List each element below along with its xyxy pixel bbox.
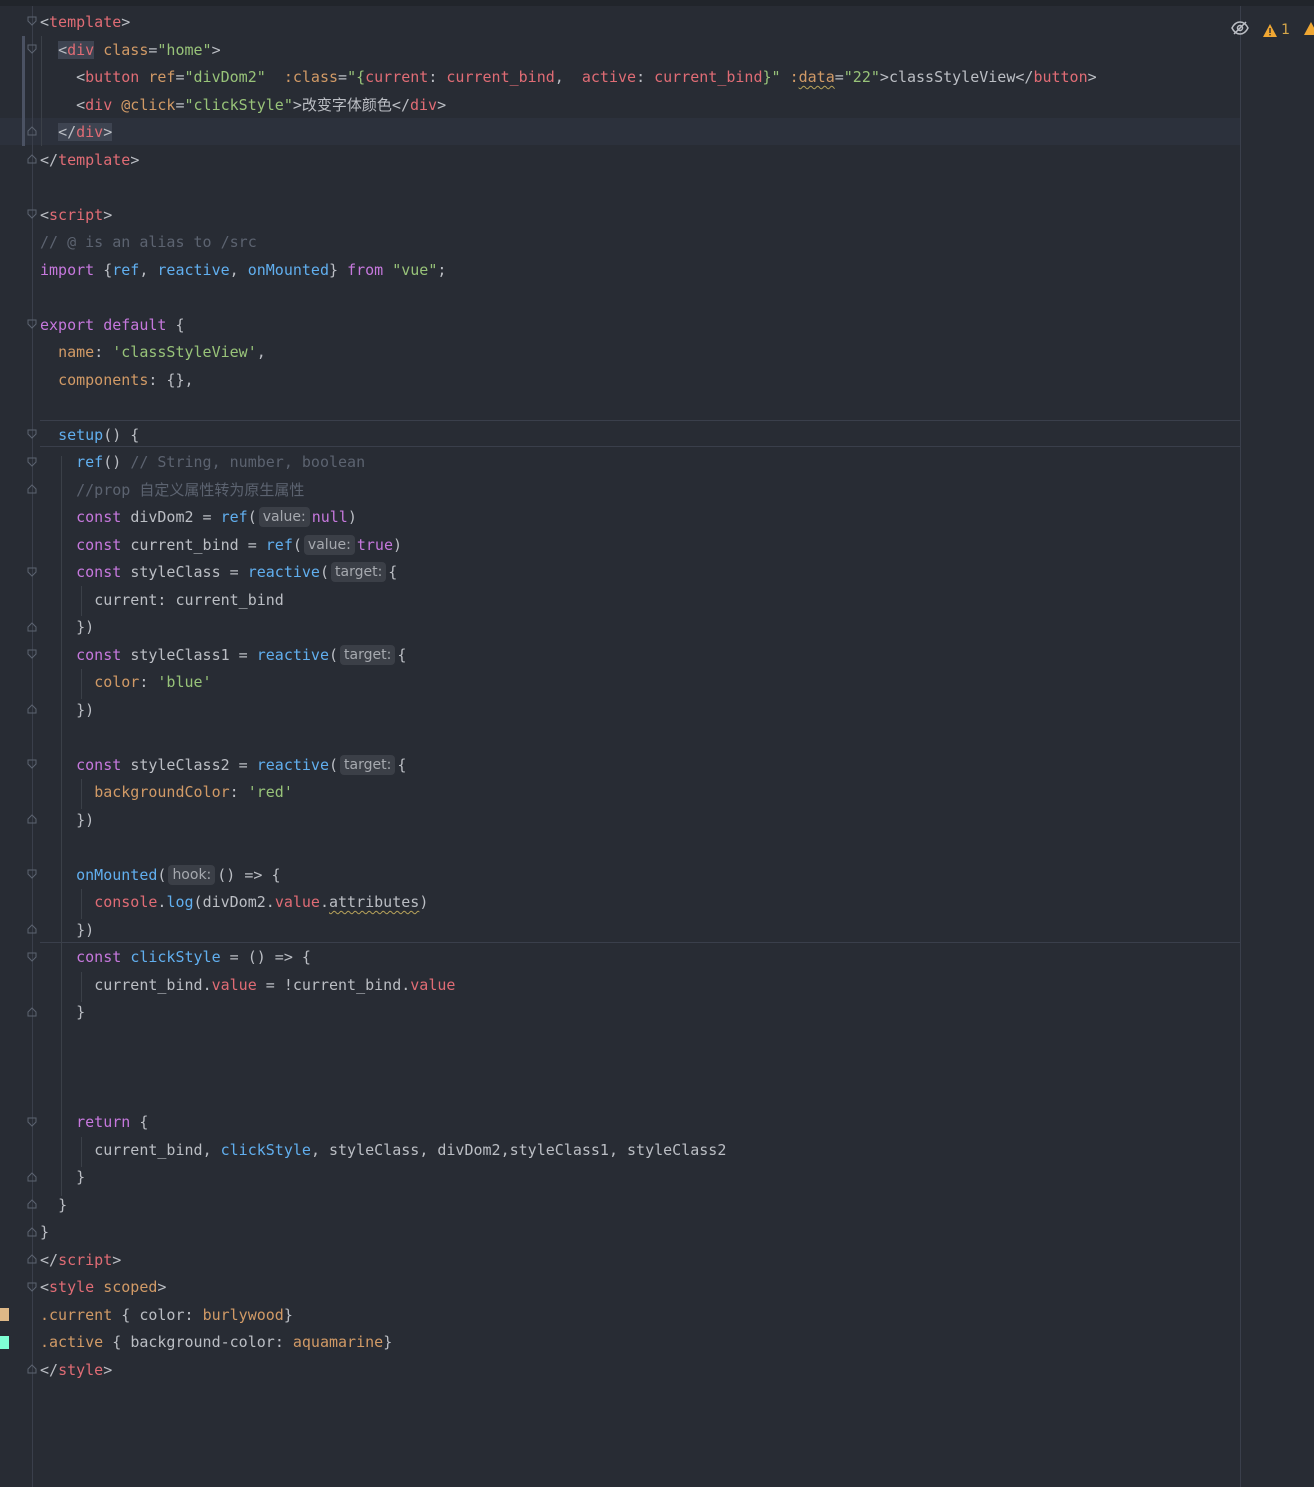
fold-toggle-icon[interactable] [27, 869, 37, 879]
code-line-1[interactable]: <template> [40, 9, 130, 36]
fold-end-icon[interactable] [27, 1007, 37, 1017]
vcs-change-marker[interactable] [22, 36, 25, 146]
fold-toggle-icon[interactable] [27, 567, 37, 577]
fold-toggle-icon[interactable] [27, 952, 37, 962]
code-line-9[interactable]: // @ is an alias to /src [40, 229, 257, 256]
code-line-20[interactable]: const current_bind = ref(value: true) [40, 532, 402, 559]
fold-toggle-icon[interactable] [27, 44, 37, 54]
code-line-14[interactable]: components: {}, [40, 367, 193, 394]
code-line-37[interactable]: } [40, 999, 85, 1026]
code-line-26[interactable]: }) [40, 697, 94, 724]
code-line-25[interactable]: color: 'blue' [40, 669, 211, 696]
inspection-widget: 1 [1231, 20, 1314, 40]
code-line-41[interactable]: return { [40, 1109, 148, 1136]
code-line-48[interactable]: .current { color: burlywood} [40, 1302, 293, 1329]
code-line-5[interactable]: </div> [40, 119, 113, 146]
fold-end-icon[interactable] [27, 1172, 37, 1182]
param-hint: target: [340, 755, 396, 775]
code-line-47[interactable]: <style scoped> [40, 1274, 166, 1301]
code-line-12[interactable]: export default { [40, 312, 185, 339]
fold-toggle-icon[interactable] [27, 16, 37, 26]
fold-toggle-icon[interactable] [27, 1117, 37, 1127]
code-line-42[interactable]: current_bind, clickStyle, styleClass, di… [40, 1137, 726, 1164]
code-line-28[interactable]: const styleClass2 = reactive(target:{ [40, 752, 406, 779]
current-line-highlight [0, 118, 1240, 145]
code-line-18[interactable]: //prop 自定义属性转为原生属性 [40, 477, 304, 504]
code-line-35[interactable]: const clickStyle = () => { [40, 944, 311, 971]
fold-end-icon[interactable] [27, 154, 37, 164]
fold-toggle-icon[interactable] [27, 319, 37, 329]
code-line-33[interactable]: console.log(divDom2.value.attributes) [40, 889, 428, 916]
fold-toggle-icon[interactable] [27, 759, 37, 769]
method-separator [40, 446, 1240, 447]
code-line-50[interactable]: </style> [40, 1357, 112, 1384]
reader-mode-icon[interactable] [1231, 21, 1249, 39]
fold-end-icon[interactable] [27, 704, 37, 714]
code-line-23[interactable]: }) [40, 614, 94, 641]
code-line-19[interactable]: const divDom2 = ref(value: null) [40, 504, 357, 531]
code-line-44[interactable]: } [40, 1192, 67, 1219]
code-line-8[interactable]: <script> [40, 202, 112, 229]
code-line-29[interactable]: backgroundColor: 'red' [40, 779, 293, 806]
fold-toggle-icon[interactable] [27, 209, 37, 219]
warning-icon [1263, 23, 1278, 37]
param-hint: hook: [168, 865, 216, 885]
color-swatch-burlywood[interactable] [0, 1308, 9, 1321]
next-warning-icon[interactable] [1304, 21, 1314, 39]
method-separator [40, 942, 1240, 943]
code-line-43[interactable]: } [40, 1164, 85, 1191]
code-line-22[interactable]: current: current_bind [40, 587, 284, 614]
fold-toggle-icon[interactable] [27, 1282, 37, 1292]
param-hint: target: [331, 562, 387, 582]
right-margin-guide [1240, 6, 1241, 1487]
code-line-3[interactable]: <button ref="divDom2" :class="{current: … [40, 64, 1097, 91]
code-line-13[interactable]: name: 'classStyleView', [40, 339, 266, 366]
warnings-count: 1 [1281, 22, 1290, 38]
code-line-21[interactable]: const styleClass = reactive(target:{ [40, 559, 397, 586]
code-line-30[interactable]: }) [40, 807, 94, 834]
fold-end-icon[interactable] [27, 924, 37, 934]
code-line-45[interactable]: } [40, 1219, 49, 1246]
code-line-24[interactable]: const styleClass1 = reactive(target:{ [40, 642, 406, 669]
code-line-32[interactable]: onMounted(hook:() => { [40, 862, 280, 889]
code-line-2[interactable]: <div class="home"> [40, 37, 221, 64]
code-line-16[interactable]: setup() { [40, 422, 139, 449]
code-line-10[interactable]: import {ref, reactive, onMounted} from "… [40, 257, 446, 284]
color-swatch-aquamarine[interactable] [0, 1336, 9, 1349]
fold-end-icon[interactable] [27, 1227, 37, 1237]
code-line-6[interactable]: </template> [40, 147, 139, 174]
code-line-34[interactable]: }) [40, 917, 94, 944]
param-hint: value: [258, 507, 310, 527]
fold-end-icon[interactable] [27, 622, 37, 632]
fold-toggle-icon[interactable] [27, 457, 37, 467]
fold-end-icon[interactable] [27, 1199, 37, 1209]
code-line-46[interactable]: </script> [40, 1247, 121, 1274]
method-separator [40, 420, 1240, 421]
code-line-36[interactable]: current_bind.value = !current_bind.value [40, 972, 455, 999]
code-line-4[interactable]: <div @click="clickStyle">改变字体颜色</div> [40, 92, 446, 119]
fold-end-icon[interactable] [27, 1364, 37, 1374]
gutter-border [32, 6, 33, 1487]
code-line-17[interactable]: ref() // String, number, boolean [40, 449, 365, 476]
fold-end-icon[interactable] [27, 1254, 37, 1264]
fold-end-icon[interactable] [27, 814, 37, 824]
fold-toggle-icon[interactable] [27, 429, 37, 439]
code-line-49[interactable]: .active { background-color: aquamarine} [40, 1329, 392, 1356]
warnings-indicator[interactable]: 1 [1263, 22, 1290, 38]
fold-end-icon[interactable] [27, 484, 37, 494]
param-hint: target: [340, 645, 396, 665]
code-editor[interactable]: 1 <template> <div class="home"> <button … [0, 6, 1314, 1487]
fold-toggle-icon[interactable] [27, 649, 37, 659]
param-hint: value: [303, 535, 355, 555]
fold-end-icon[interactable] [27, 126, 37, 136]
